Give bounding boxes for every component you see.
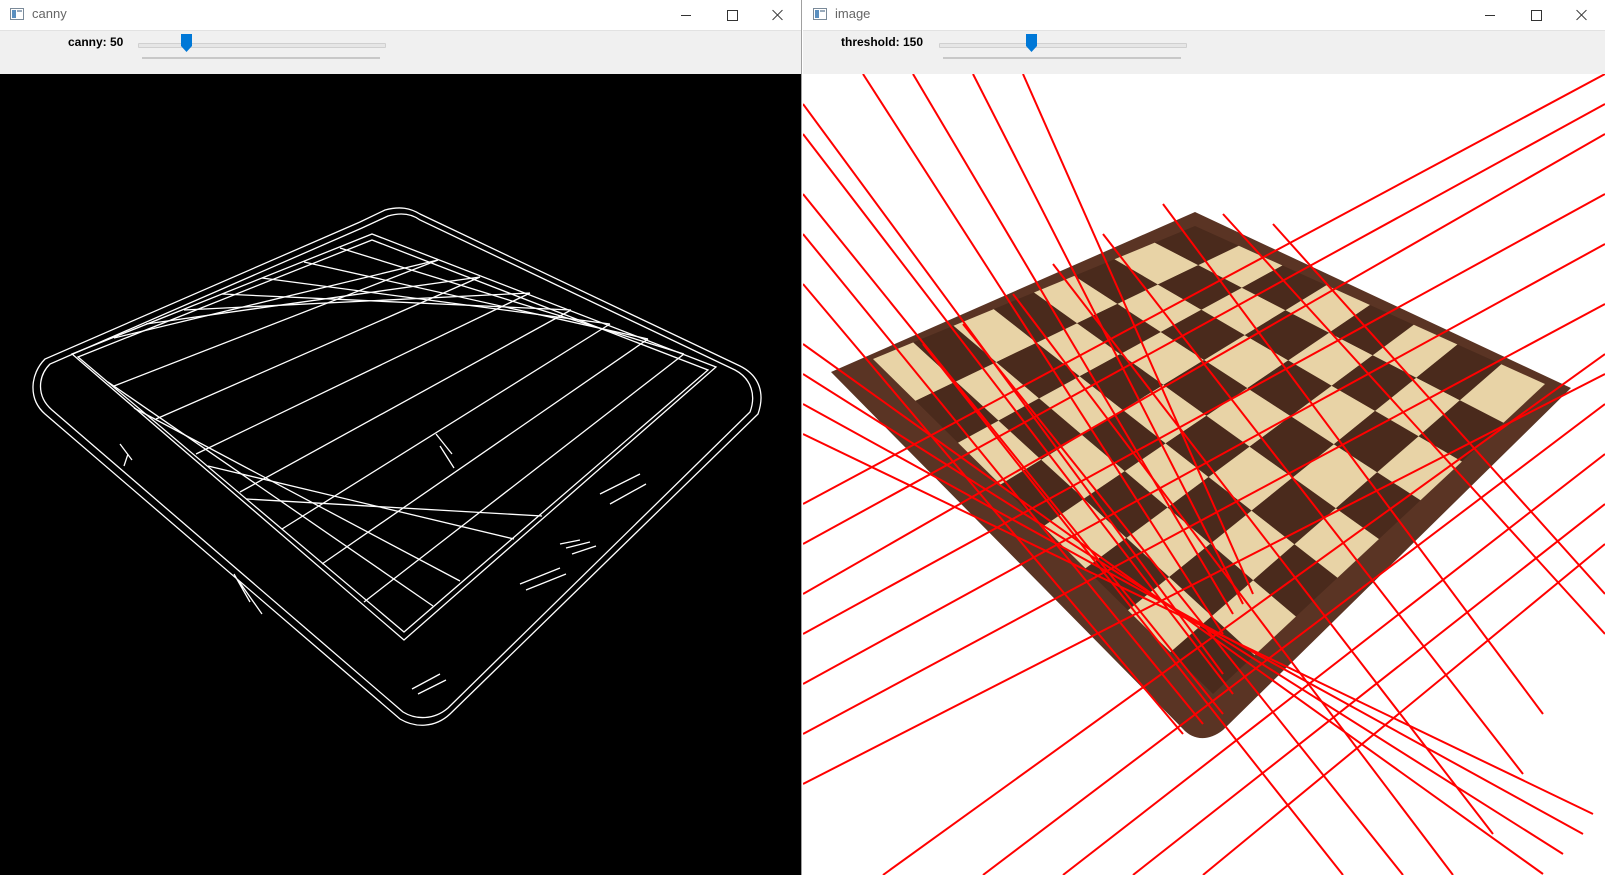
minimize-button[interactable] bbox=[663, 0, 709, 30]
canny-edge-drawing bbox=[32, 207, 762, 726]
maximize-icon bbox=[1530, 9, 1542, 21]
maximize-button[interactable] bbox=[709, 0, 755, 30]
minimize-icon bbox=[681, 14, 691, 16]
close-button[interactable] bbox=[1559, 0, 1605, 30]
minimize-icon bbox=[1485, 14, 1495, 16]
canny-window: canny canny: 50 bbox=[0, 0, 802, 875]
maximize-button[interactable] bbox=[1513, 0, 1559, 30]
image-window-title: image bbox=[835, 6, 871, 21]
image-trackbar-thumb[interactable] bbox=[1026, 34, 1038, 52]
window-app-icon bbox=[10, 8, 24, 20]
maximize-icon bbox=[726, 9, 738, 21]
close-icon bbox=[1576, 9, 1588, 21]
canny-title-bar[interactable]: canny bbox=[0, 0, 801, 30]
canny-trackbar-underline bbox=[142, 57, 380, 59]
hough-lines-drawing bbox=[803, 74, 1605, 875]
image-window: image threshold: 150 bbox=[803, 0, 1605, 875]
canny-window-title: canny bbox=[32, 6, 67, 21]
canny-trackbar-rail[interactable] bbox=[138, 43, 386, 48]
canny-trackbar-label: canny: 50 bbox=[68, 35, 124, 49]
canny-trackbar: canny: 50 bbox=[0, 30, 801, 75]
image-trackbar-label: threshold: 150 bbox=[841, 35, 924, 49]
close-button[interactable] bbox=[755, 0, 801, 30]
close-icon bbox=[772, 9, 784, 21]
hough-lines-image bbox=[803, 74, 1605, 875]
window-app-icon bbox=[813, 8, 827, 20]
image-trackbar-underline bbox=[943, 57, 1181, 59]
minimize-button[interactable] bbox=[1467, 0, 1513, 30]
image-title-bar[interactable]: image bbox=[803, 0, 1605, 30]
canny-trackbar-thumb[interactable] bbox=[181, 34, 193, 52]
image-trackbar-rail[interactable] bbox=[939, 43, 1187, 48]
image-trackbar: threshold: 150 bbox=[803, 30, 1605, 75]
canny-edge-image bbox=[0, 74, 801, 875]
